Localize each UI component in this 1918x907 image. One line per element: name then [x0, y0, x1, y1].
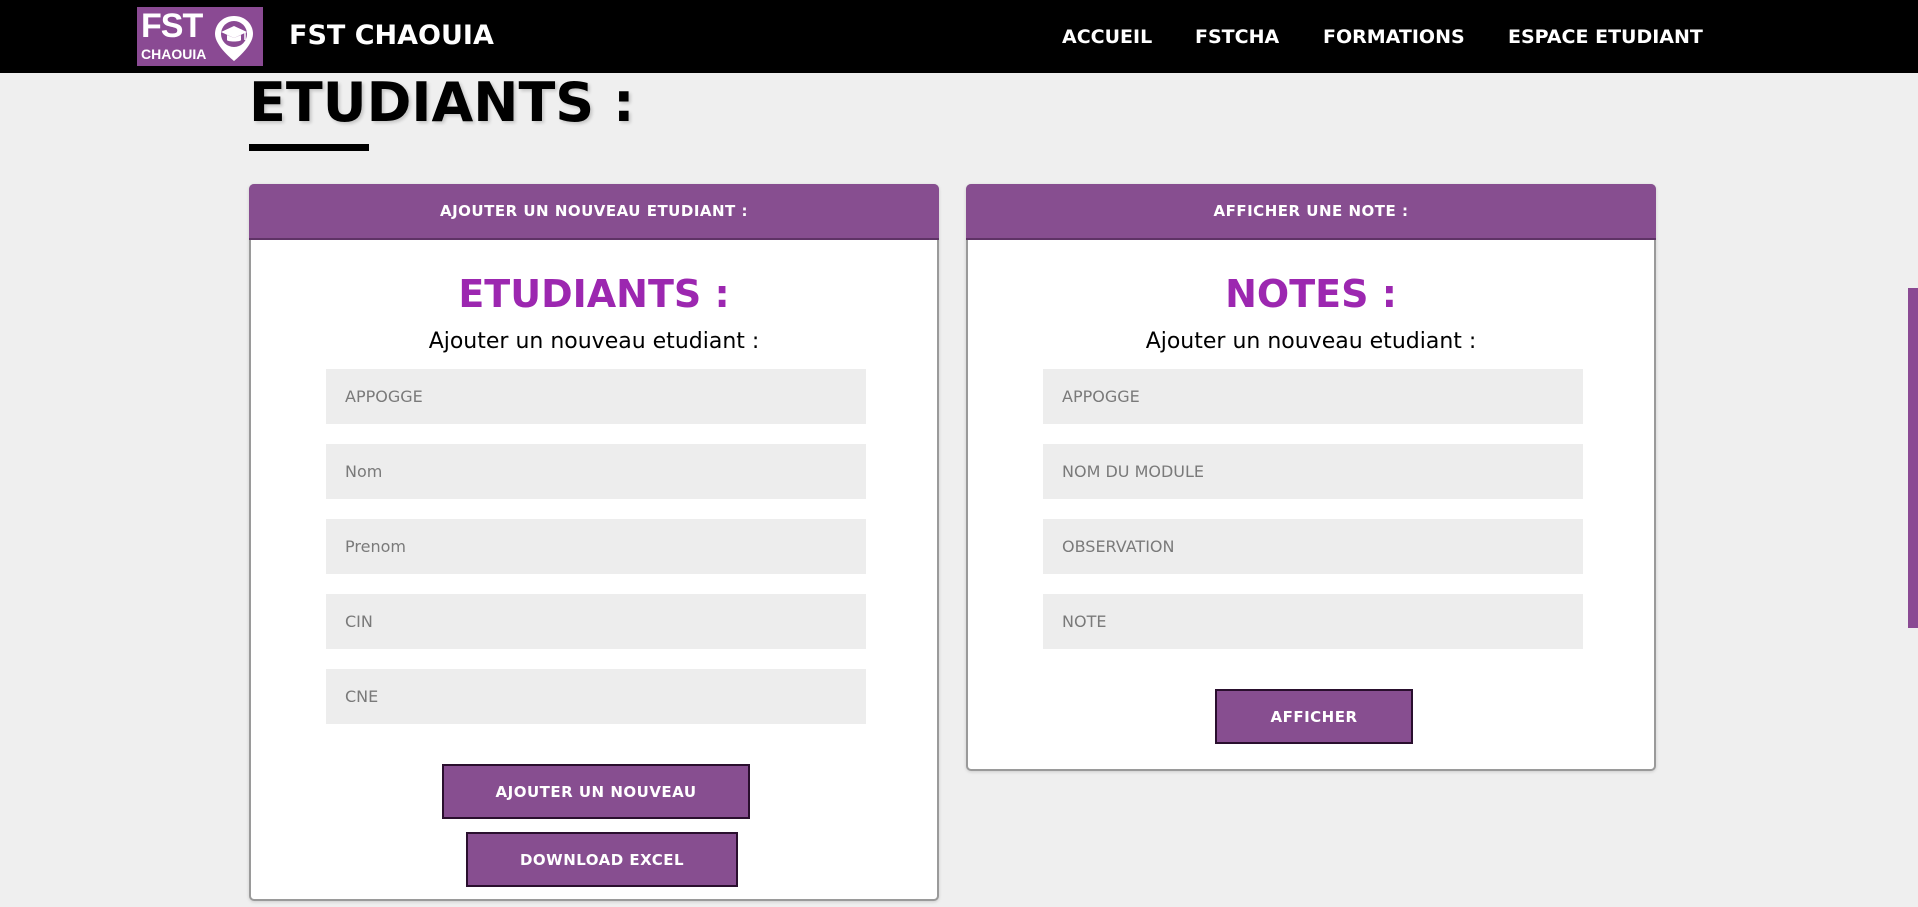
card-subtitle: Ajouter un nouveau etudiant :	[1145, 329, 1477, 354]
note-input[interactable]	[1043, 594, 1583, 649]
appogge-input[interactable]	[1043, 369, 1583, 424]
logo-text: FST	[141, 7, 203, 45]
show-note-button[interactable]: AFFICHER	[1215, 689, 1413, 744]
prenom-input[interactable]	[326, 519, 866, 574]
download-excel-button[interactable]: DOWNLOAD EXCEL	[466, 832, 738, 887]
show-note-card: AFFICHER UNE NOTE : NOTES : Ajouter un n…	[966, 184, 1656, 771]
logo-subtext: CHAOUIA	[141, 46, 207, 62]
nav-link-fstcha[interactable]: FSTCHA	[1195, 24, 1279, 50]
card-heading: ETUDIANTS :	[458, 272, 730, 316]
module-name-input[interactable]	[1043, 444, 1583, 499]
card-subtitle: Ajouter un nouveau etudiant :	[428, 329, 760, 354]
show-note-card-header: AFFICHER UNE NOTE :	[966, 184, 1656, 240]
nom-input[interactable]	[326, 444, 866, 499]
cin-input[interactable]	[326, 594, 866, 649]
card-header-title: AJOUTER UN NOUVEAU ETUDIANT :	[439, 202, 749, 220]
card-heading: NOTES :	[1225, 272, 1397, 316]
logo[interactable]: FST CHAOUIA	[137, 7, 263, 66]
page-title: ETUDIANTS :	[249, 71, 635, 134]
title-underline	[249, 144, 369, 151]
navbar: FST CHAOUIA FST CHAOUIA ACCUEIL FSTCHA F…	[0, 0, 1918, 73]
nav-link-accueil[interactable]: ACCUEIL	[1062, 24, 1152, 50]
scrollbar-thumb[interactable]	[1908, 288, 1918, 628]
appogge-input[interactable]	[326, 369, 866, 424]
graduation-cap-pin-icon	[215, 16, 253, 61]
cne-input[interactable]	[326, 669, 866, 724]
brand-name[interactable]: FST CHAOUIA	[289, 18, 494, 54]
add-student-card-header: AJOUTER UN NOUVEAU ETUDIANT :	[249, 184, 939, 240]
observation-input[interactable]	[1043, 519, 1583, 574]
nav-link-formations[interactable]: FORMATIONS	[1323, 24, 1465, 50]
nav-link-espace-etudiant[interactable]: ESPACE ETUDIANT	[1508, 24, 1703, 50]
card-header-title: AFFICHER UNE NOTE :	[1213, 202, 1409, 220]
add-student-button[interactable]: AJOUTER UN NOUVEAU	[442, 764, 750, 819]
add-student-card: AJOUTER UN NOUVEAU ETUDIANT : ETUDIANTS …	[249, 184, 939, 901]
